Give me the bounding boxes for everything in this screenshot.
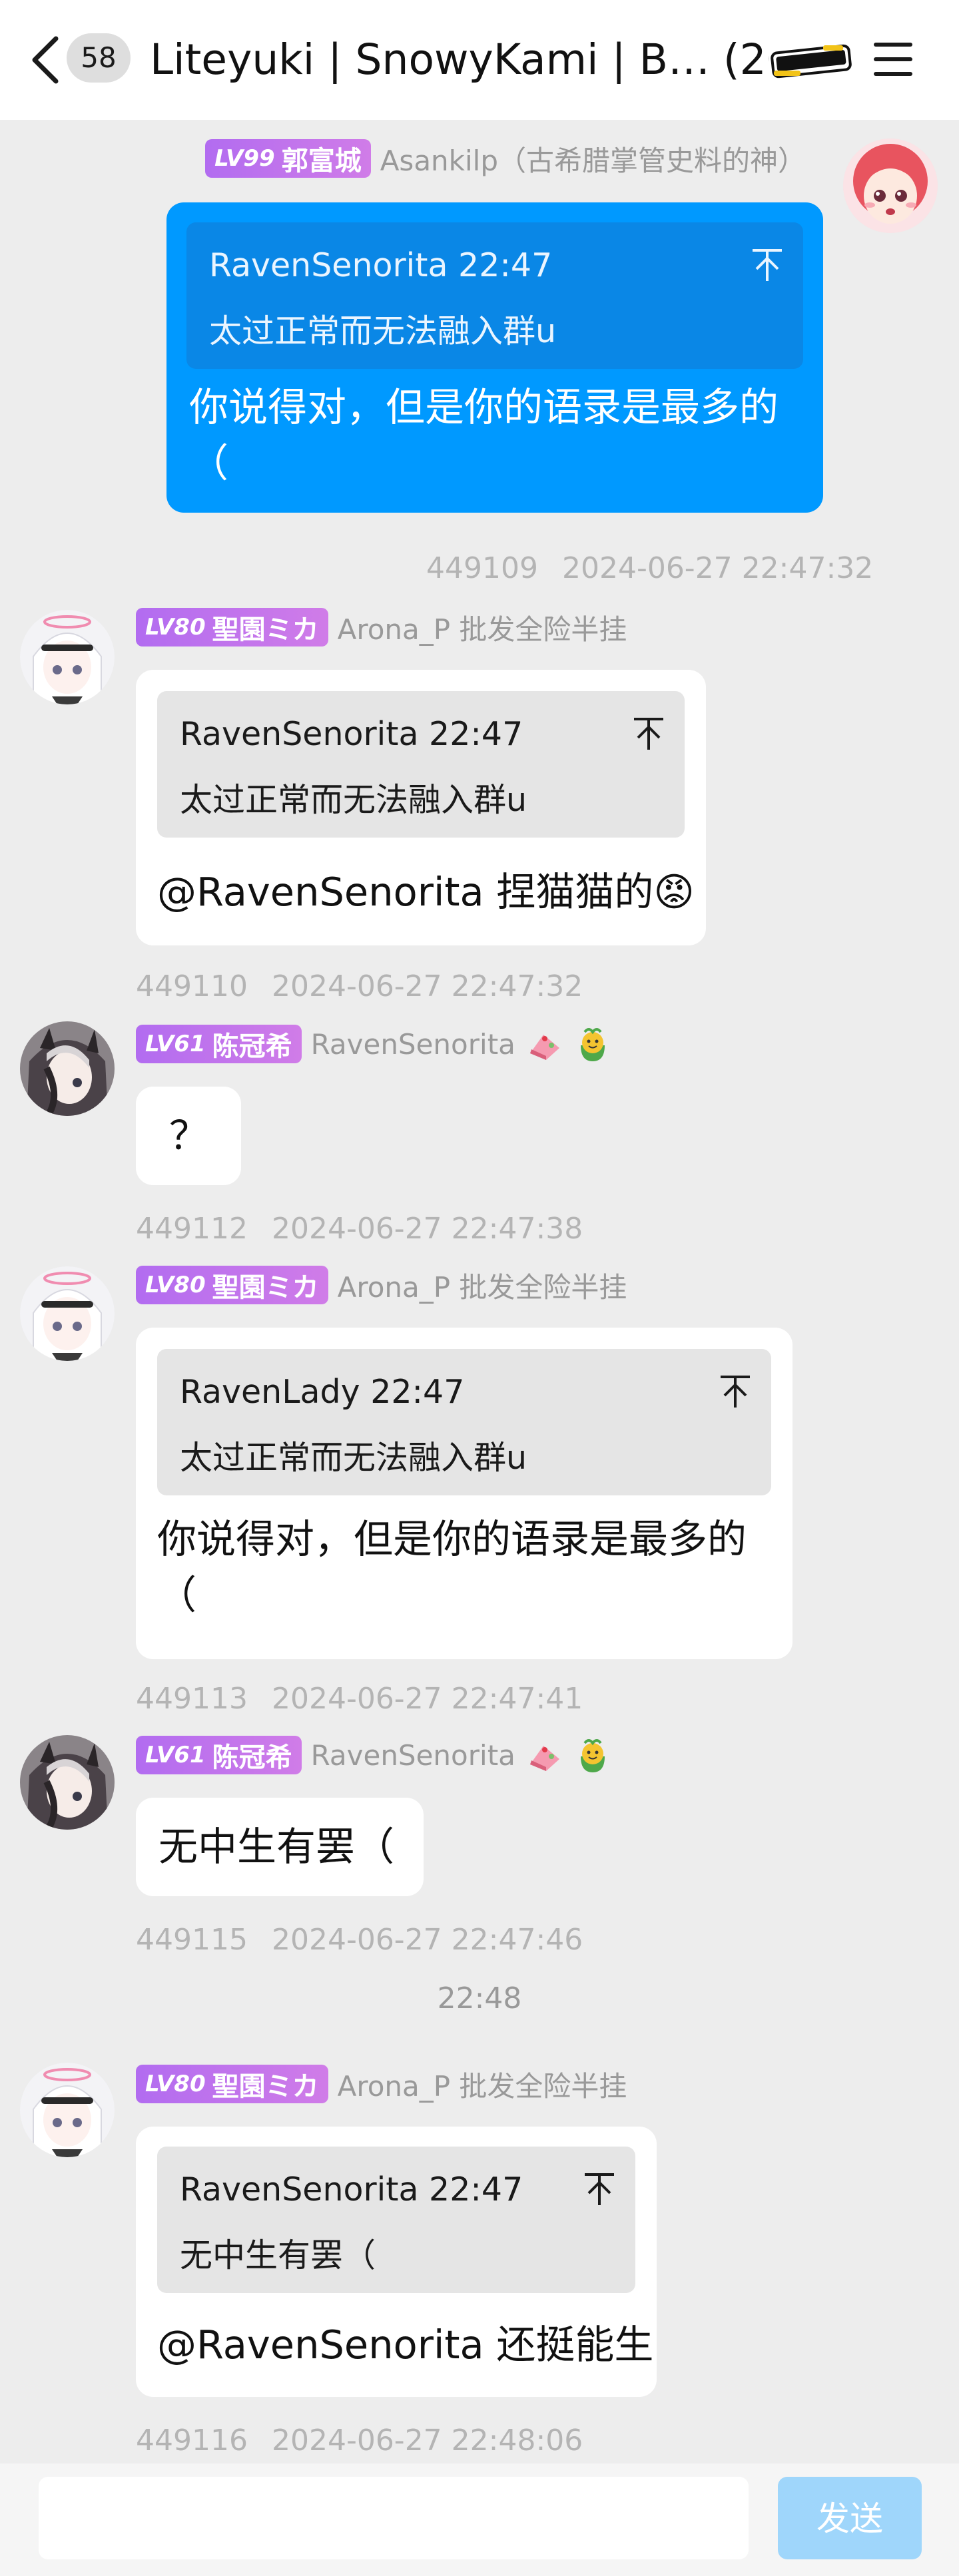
message-id: 449109 [426, 551, 538, 585]
message-meta: 449112 2024-06-27 22:47:38 [136, 1212, 583, 1246]
composer-bar: 发送 [0, 2463, 959, 2576]
sender-nickname: Arona_P 批发全险半挂 [337, 613, 627, 646]
avatar[interactable] [20, 610, 115, 704]
sender-nickname: RavenSenorita [310, 1738, 515, 1772]
sender-nickname: RavenSenorita [310, 1027, 515, 1061]
message-text: 无中生有罢（ [159, 1824, 395, 1870]
message-meta: 449113 2024-06-27 22:47:41 [136, 1682, 583, 1716]
message-id: 449115 [136, 1923, 248, 1957]
message-text: ？ [169, 1113, 209, 1159]
quote-text: 太过正常而无法融入群u [180, 781, 527, 819]
avatar[interactable] [20, 1735, 115, 1830]
jump-to-original-icon[interactable] [582, 2171, 617, 2208]
quoted-reply[interactable]: RavenSenorita 22:47 无中生有罢（ [157, 2147, 635, 2293]
message-id: 449113 [136, 1682, 248, 1716]
member-level-badge: LV61 陈冠希 [136, 1736, 302, 1774]
cake-badge-icon [529, 1746, 559, 1771]
sender-row: LV80 聖園ミカ Arona_P 批发全险半挂 [136, 2063, 868, 2105]
message-meta: 449115 2024-06-27 22:47:46 [136, 1923, 583, 1957]
message-time: 2024-06-27 22:47:32 [271, 969, 583, 1003]
message-text: @RavenSenorita 捏猫猫的😡 [157, 869, 695, 915]
menu-icon[interactable] [871, 39, 915, 80]
message-input[interactable] [39, 2477, 749, 2559]
chat-title[interactable]: Liteyuki | SnowyKami | B… (206) [150, 32, 769, 88]
sender-row: LV99 郭富城 Asankilp（古希腊掌管史料的神） [133, 137, 806, 180]
sender-row: LV80 聖園ミカ Arona_P 批发全险半挂 [136, 606, 868, 648]
message-meta: 449110 2024-06-27 22:47:32 [136, 969, 583, 1003]
avatar[interactable] [20, 2063, 115, 2157]
message-time: 2024-06-27 22:47:38 [271, 1212, 583, 1246]
message-bubble[interactable]: RavenLady 22:47 太过正常而无法融入群u 你说得对，但是你的语录是… [136, 1328, 793, 1659]
send-button[interactable]: 发送 [778, 2477, 922, 2559]
message-text-line: （ [157, 1572, 197, 1618]
jump-to-original-icon[interactable] [631, 715, 666, 752]
message-id: 449112 [136, 1212, 248, 1246]
member-level-badge: LV61 陈冠希 [136, 1025, 302, 1063]
message-bubble[interactable]: 无中生有罢（ [136, 1798, 424, 1896]
message-text: 你说得对，但是你的语录是最多的 （ [157, 1511, 777, 1623]
message-time: 2024-06-27 22:47:32 [561, 551, 874, 585]
unread-count-badge[interactable]: 58 [67, 33, 131, 83]
avatar[interactable] [20, 1021, 115, 1116]
message-text: 你说得对，但是你的语录是最多的（ [189, 384, 779, 486]
sender-nickname: Arona_P 批发全险半挂 [337, 1270, 627, 1304]
avatar[interactable] [20, 1266, 115, 1361]
avatar[interactable] [843, 138, 938, 233]
plant-badge-icon [580, 1739, 605, 1772]
member-level-badge: LV80 聖園ミカ [136, 2065, 328, 2103]
message-text: @RavenSenorita 还挺能生 [157, 2322, 654, 2368]
jump-to-original-icon[interactable] [718, 1373, 753, 1410]
back-arrow-icon[interactable] [27, 35, 67, 85]
sender-row: LV80 聖園ミカ Arona_P 批发全险半挂 [136, 1264, 868, 1306]
sender-row: LV61 陈冠希 RavenSenorita [136, 1023, 868, 1065]
message-bubble[interactable]: RavenSenorita 22:47 太过正常而无法融入群u 你说得对，但是你… [166, 202, 823, 513]
cake-badge-icon [529, 1035, 559, 1060]
quote-author-time: RavenSenorita 22:47 [180, 2171, 523, 2208]
member-level-badge: LV80 聖園ミカ [136, 608, 328, 646]
member-level-badge: LV99 郭富城 [205, 139, 371, 178]
message-bubble[interactable]: ？ [136, 1087, 241, 1185]
quote-author-time: RavenSenorita 22:47 [180, 715, 523, 753]
plant-badge-icon [580, 1028, 605, 1061]
quote-text: 太过正常而无法融入群u [180, 1439, 527, 1477]
sender-row: LV61 陈冠希 RavenSenorita [136, 1734, 868, 1776]
message-bubble[interactable]: RavenSenorita 22:47 太过正常而无法融入群u @RavenSe… [136, 670, 706, 945]
sender-nickname: Arona_P 批发全险半挂 [337, 2069, 627, 2103]
message-text-line: 你说得对，但是你的语录是最多的 [157, 1516, 747, 1562]
message-time: 2024-06-27 22:47:46 [271, 1923, 583, 1957]
time-divider: 22:48 [437, 1981, 522, 2015]
member-level-badge: LV80 聖園ミカ [136, 1266, 328, 1304]
message-meta: 449109 2024-06-27 22:47:32 [426, 551, 873, 585]
hooray-sticker-icon [767, 39, 855, 83]
message-time: 2024-06-27 22:48:06 [271, 2424, 583, 2457]
chat-header: 58 Liteyuki | SnowyKami | B… (206) [0, 0, 959, 120]
quote-author-time: RavenLady 22:47 [180, 1373, 465, 1411]
quote-text: 无中生有罢（ [180, 2236, 376, 2274]
message-id: 449110 [136, 969, 248, 1003]
message-meta: 449116 2024-06-27 22:48:06 [136, 2424, 583, 2457]
sender-nickname: Asankilp（古希腊掌管史料的神） [380, 144, 806, 177]
message-id: 449116 [136, 2424, 248, 2457]
quote-text: 太过正常而无法融入群u [209, 312, 557, 350]
quoted-reply[interactable]: RavenSenorita 22:47 太过正常而无法融入群u [186, 222, 803, 369]
quoted-reply[interactable]: RavenLady 22:47 太过正常而无法融入群u [157, 1349, 771, 1495]
message-bubble[interactable]: RavenSenorita 22:47 无中生有罢（ @RavenSenorit… [136, 2127, 657, 2397]
quote-author-time: RavenSenorita 22:47 [209, 246, 553, 284]
quoted-reply[interactable]: RavenSenorita 22:47 太过正常而无法融入群u [157, 691, 685, 838]
message-list[interactable]: LV99 郭富城 Asankilp（古希腊掌管史料的神） RavenSenori… [0, 120, 959, 2463]
jump-to-original-icon[interactable] [750, 246, 785, 284]
message-time: 2024-06-27 22:47:41 [271, 1682, 583, 1716]
